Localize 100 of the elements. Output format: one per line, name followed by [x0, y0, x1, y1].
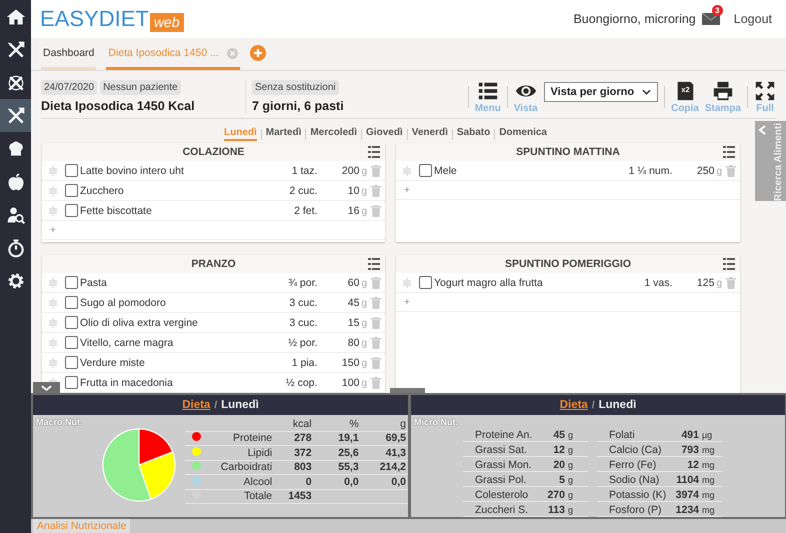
checkbox[interactable] — [65, 376, 78, 389]
drag-handle-icon — [48, 186, 58, 196]
day-tab[interactable]: Giovedì — [366, 127, 403, 141]
food-grams: 10 — [346, 184, 360, 196]
unit-label: g — [361, 206, 367, 217]
collapse-button[interactable] — [33, 382, 60, 393]
nutrient-value: 113 — [548, 504, 565, 516]
checkbox[interactable] — [65, 336, 78, 349]
unit-label: mg — [701, 490, 716, 500]
nutrient-value: 270 — [547, 488, 565, 500]
add-food-button[interactable]: + — [396, 293, 740, 312]
date-tag: 24/07/2020 — [41, 80, 98, 95]
nutrient-value: 1234 — [676, 504, 699, 516]
checkbox[interactable] — [65, 276, 78, 289]
meal-title: SPUNTINO MATTINA — [516, 146, 620, 158]
drag-handle-icon — [402, 166, 412, 176]
logo-text: EASYDIET — [40, 6, 149, 32]
copy-button[interactable]: x2 Copia — [671, 80, 699, 114]
sidebar-item[interactable] — [0, 99, 31, 132]
view-select[interactable]: Vista per giorno — [544, 82, 658, 102]
table-cell: 25,6 — [314, 446, 361, 460]
checkbox[interactable] — [65, 204, 78, 217]
checkbox[interactable] — [65, 296, 78, 309]
food-grams: 250 — [696, 164, 714, 176]
unit-label: g — [716, 166, 722, 177]
nutrient-name: Grassi Sat. — [475, 444, 528, 456]
checkbox[interactable] — [419, 164, 432, 177]
drag-handle-icon — [48, 358, 58, 368]
nutrient-value: 12 — [687, 458, 699, 470]
drag-handle-icon — [48, 166, 58, 176]
drag-handle-icon — [48, 278, 58, 288]
food-name: Latte bovino intero uht — [80, 164, 185, 176]
nutrient-name: Carboidrati — [208, 460, 274, 474]
nutrient-name: Fosforo (P) — [609, 504, 663, 516]
home-icon — [6, 6, 26, 26]
nutrient-name: Grassi Mon. — [475, 458, 533, 470]
nutrient-name: Proteine — [208, 431, 274, 446]
unit-label: g — [567, 504, 574, 514]
add-food-button[interactable]: + — [42, 221, 385, 240]
tab[interactable]: Dashboard — [41, 47, 96, 70]
nutrient-value: 5 — [559, 474, 565, 486]
day-tab[interactable]: Sabato — [456, 127, 490, 141]
nutrient-name: Ferro (Fe) — [609, 458, 658, 470]
meal-title: COLAZIONE — [182, 146, 244, 158]
column-header: kcal — [274, 417, 314, 431]
food-grams: 45 — [346, 296, 360, 308]
nutrient-value: 20 — [553, 458, 565, 470]
food-grams: 200 — [340, 164, 360, 176]
food-portion: 3 cuc. — [288, 296, 318, 308]
checkbox[interactable] — [65, 316, 78, 329]
resize-handle[interactable] — [390, 388, 425, 393]
table-cell: 0 — [274, 474, 314, 489]
list-icon[interactable] — [723, 258, 735, 270]
checkbox[interactable] — [65, 164, 78, 177]
notification-badge: 3 — [712, 5, 723, 16]
add-food-button[interactable]: + — [396, 181, 740, 200]
nutrient-name: Alcool — [208, 474, 274, 489]
checkbox[interactable] — [65, 184, 78, 197]
day-tab[interactable]: Mercoledì — [310, 127, 358, 141]
nutrient-value: 491 — [681, 428, 699, 440]
food-portion: ½ por. — [287, 336, 318, 348]
drag-handle-icon — [48, 318, 58, 328]
checkbox[interactable] — [419, 276, 432, 289]
table-cell: 0,0 — [314, 474, 361, 489]
unit-label: g — [567, 490, 574, 500]
chevron-left-icon — [758, 125, 766, 135]
breadcrumb-link[interactable]: Dieta — [182, 399, 210, 411]
breadcrumb-day: Lunedì — [221, 399, 259, 411]
food-name: Pasta — [80, 276, 108, 288]
diet-title: Dieta Iposodica 1450 Kcal — [41, 99, 196, 113]
nutrient-name: Sodio (Na) — [609, 474, 660, 486]
drag-handle-icon — [48, 338, 58, 348]
mail-icon — [702, 13, 720, 25]
day-tab[interactable]: Venerdì — [412, 127, 448, 141]
day-tab[interactable]: Martedì — [266, 127, 302, 141]
breadcrumb-link[interactable]: Dieta — [560, 399, 588, 411]
food-name: Mele — [434, 164, 458, 176]
apple-icon — [6, 172, 26, 192]
table-cell: 803 — [274, 460, 314, 474]
day-tab[interactable]: Domenica — [499, 127, 547, 141]
meal-title: PRANZO — [191, 258, 236, 270]
breadcrumb-separator: / — [592, 400, 595, 410]
nutrient-value: 45 — [553, 428, 565, 440]
logout-link[interactable]: Logout — [734, 12, 772, 26]
diet-summary: 7 giorni, 6 pasti — [252, 99, 344, 113]
food-portion: 3 cuc. — [288, 316, 318, 328]
table-cell: 1453 — [274, 489, 314, 504]
list-icon[interactable] — [368, 258, 380, 270]
list-icon[interactable] — [723, 146, 735, 158]
list-icon[interactable] — [368, 146, 380, 158]
food-name: Fette biscottate — [80, 204, 153, 216]
column-header: g — [360, 417, 408, 431]
unit-label: g — [567, 430, 574, 440]
food-name: Vitello, carne magra — [80, 336, 174, 348]
checkbox[interactable] — [65, 356, 78, 369]
food-grams: 15 — [346, 316, 360, 328]
stopwatch-icon — [6, 238, 26, 258]
food-portion: ½ cop. — [284, 376, 318, 388]
food-portion: 2 cuc. — [288, 184, 318, 196]
unit-label: mg — [701, 444, 716, 454]
